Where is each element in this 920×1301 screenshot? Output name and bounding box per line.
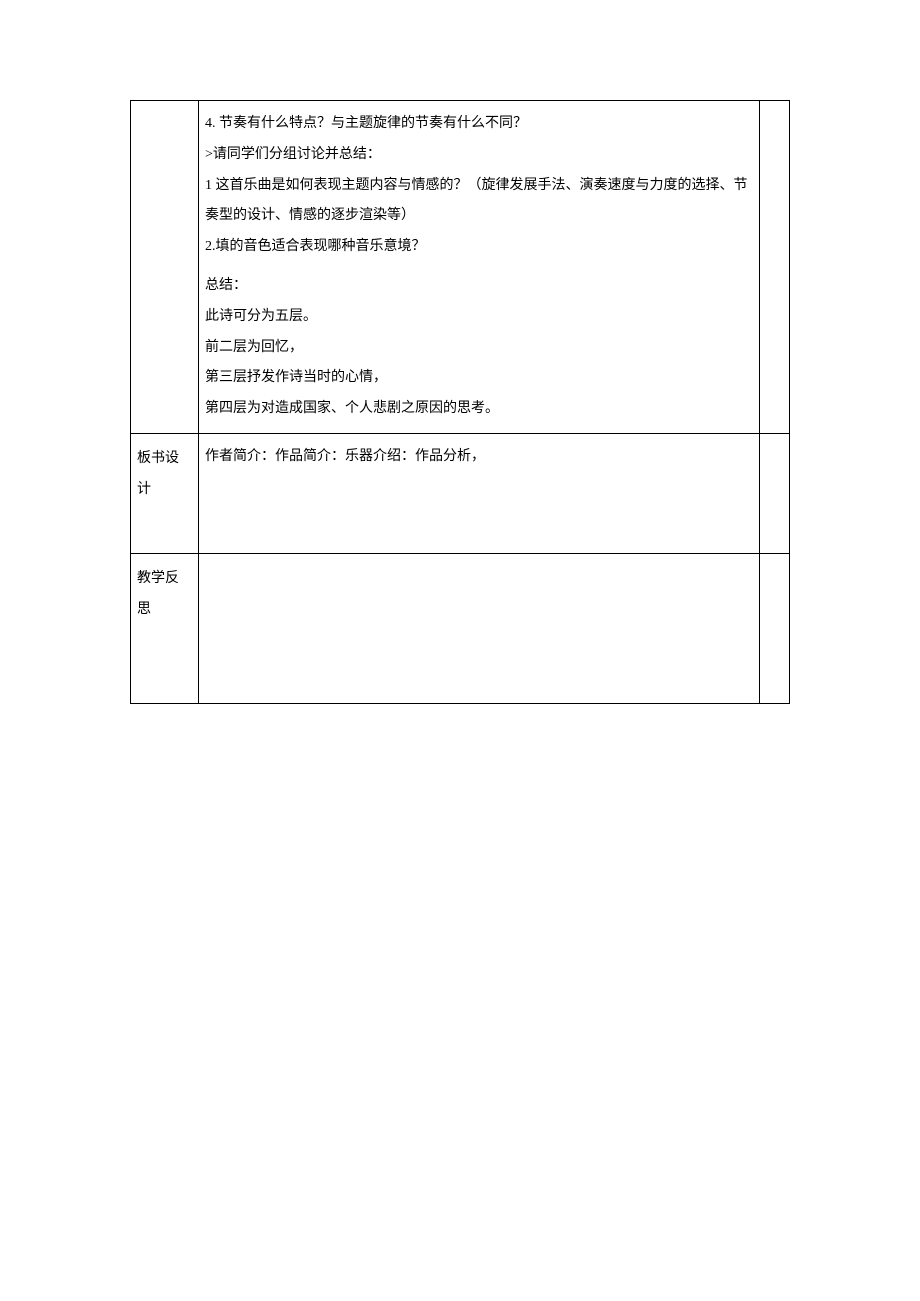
content-line: 作者简介：作品简介：乐器介绍：作品分析， <box>205 442 753 473</box>
content-line: >请同学们分组讨论并总结： <box>205 140 753 171</box>
row-label-cell <box>131 101 199 434</box>
content-line: 此诗可分为五层。 <box>205 302 753 333</box>
table-row: 4. 节奏有什么特点？与主题旋律的节奏有什么不同？ >请同学们分组讨论并总结： … <box>131 101 790 434</box>
content-line: 2.填的音色适合表现哪种音乐意境？ <box>205 232 753 263</box>
content-line: 第三层抒发作诗当时的心情， <box>205 363 753 394</box>
lesson-plan-table: 4. 节奏有什么特点？与主题旋律的节奏有什么不同？ >请同学们分组讨论并总结： … <box>130 100 790 704</box>
row-right-cell <box>760 433 790 553</box>
content-line: 总结： <box>205 271 753 302</box>
row-content-cell: 4. 节奏有什么特点？与主题旋律的节奏有什么不同？ >请同学们分组讨论并总结： … <box>199 101 760 434</box>
row-content-cell <box>199 553 760 703</box>
row-label: 教学反思 <box>137 571 179 617</box>
content-line: 前二层为回忆， <box>205 333 753 364</box>
row-label-cell: 教学反思 <box>131 553 199 703</box>
spacer <box>205 263 753 271</box>
row-content-cell: 作者简介：作品简介：乐器介绍：作品分析， <box>199 433 760 553</box>
row-right-cell <box>760 553 790 703</box>
row-label: 板书设计 <box>137 451 179 497</box>
content-line: 第四层为对造成国家、个人悲剧之原因的思考。 <box>205 394 753 425</box>
content-line: 1 这首乐曲是如何表现主题内容与情感的？（旋律发展手法、演奏速度与力度的选择、节… <box>205 171 753 233</box>
table-row: 板书设计 作者简介：作品简介：乐器介绍：作品分析， <box>131 433 790 553</box>
content-line: 4. 节奏有什么特点？与主题旋律的节奏有什么不同？ <box>205 109 753 140</box>
row-label-cell: 板书设计 <box>131 433 199 553</box>
table-row: 教学反思 <box>131 553 790 703</box>
row-right-cell <box>760 101 790 434</box>
